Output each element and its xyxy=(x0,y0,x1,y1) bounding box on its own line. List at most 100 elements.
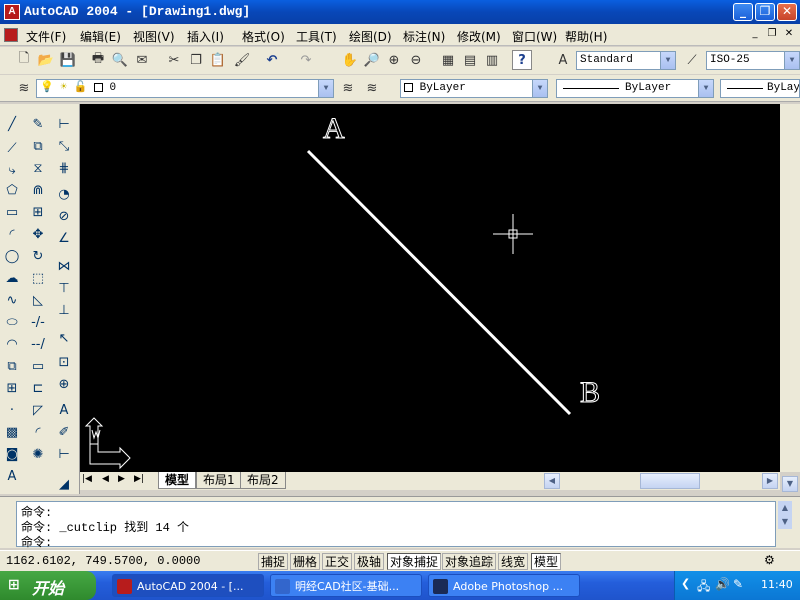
baseline-dim-icon[interactable]: ⊤ xyxy=(54,278,74,298)
linetype-combo[interactable]: ByLayer ▼ xyxy=(556,79,714,98)
ellipse-icon[interactable]: ⬭ xyxy=(2,312,22,332)
dim-style-icon-left[interactable]: ◢ xyxy=(54,474,74,494)
menu-edit[interactable]: 编辑(E) xyxy=(80,28,121,45)
tab-layout1[interactable]: 布局1 xyxy=(196,472,242,489)
zoom-window-icon[interactable]: ⊕ xyxy=(384,50,404,70)
line-ab[interactable] xyxy=(306,149,572,416)
dim-edit-icon[interactable]: A xyxy=(54,400,74,420)
tab-prev-icon[interactable]: ◀ xyxy=(102,474,109,484)
polar-toggle[interactable]: 极轴 xyxy=(354,553,385,570)
arc-icon[interactable]: ◜ xyxy=(2,224,22,244)
command-history[interactable]: 命令: 命令: _cutclip 找到 14 个 命令: xyxy=(16,501,776,550)
undo-icon[interactable]: ↶ xyxy=(262,50,282,70)
layer-combo[interactable]: 💡 ☀ 🔓 0 ▼ xyxy=(36,79,334,98)
open-file-icon[interactable]: 📂 xyxy=(36,50,56,70)
redo-icon[interactable]: ↷ xyxy=(296,50,316,70)
revision-cloud-icon[interactable]: ☁ xyxy=(2,268,22,288)
center-mark-icon[interactable]: ⊕ xyxy=(54,374,74,394)
tray-expand-icon[interactable]: ❮ xyxy=(681,577,690,590)
line-icon[interactable]: ╱ xyxy=(2,114,22,134)
communication-center-icon[interactable]: ⚙ xyxy=(764,553,775,567)
stretch-icon[interactable]: ◺ xyxy=(28,290,48,310)
close-button[interactable]: ✕ xyxy=(777,3,797,21)
command-scroll-down-icon[interactable]: ▼ xyxy=(778,515,792,529)
save-icon[interactable]: 💾 xyxy=(58,50,78,70)
tab-first-icon[interactable]: |◀ xyxy=(82,474,92,484)
layer-previous-icon[interactable]: ≋ xyxy=(362,78,382,98)
construction-line-icon[interactable]: ⟋ xyxy=(2,138,22,158)
chevron-down-icon[interactable]: ▼ xyxy=(660,52,675,69)
autocad-app-icon[interactable]: A xyxy=(4,4,20,20)
menu-file[interactable]: 文件(F) xyxy=(26,28,66,45)
layer-manager-icon[interactable]: ≋ xyxy=(14,78,34,98)
print-preview-icon[interactable]: 🔍 xyxy=(110,50,130,70)
spline-icon[interactable]: ∿ xyxy=(2,290,22,310)
dim-style-combo[interactable]: ISO-25 ▼ xyxy=(706,51,800,70)
new-file-icon[interactable]: 🗋 xyxy=(14,50,34,70)
rotate-icon[interactable]: ↻ xyxy=(28,246,48,266)
vertical-scrollbar[interactable]: ▼ xyxy=(780,104,800,492)
break-at-point-icon[interactable]: ▭ xyxy=(28,356,48,376)
snap-toggle[interactable]: 捕捉 xyxy=(258,553,289,570)
make-object-layer-current-icon[interactable]: ≋ xyxy=(338,78,358,98)
break-icon[interactable]: ⊏ xyxy=(28,378,48,398)
menu-tools[interactable]: 工具(T) xyxy=(296,28,337,45)
task-browser[interactable]: 明经CAD社区-基础... xyxy=(270,574,422,597)
menu-dimension[interactable]: 标注(N) xyxy=(403,28,445,45)
linear-dim-icon[interactable]: ⊢ xyxy=(54,114,74,134)
mirror-icon[interactable]: ⧖ xyxy=(28,158,48,178)
help-icon[interactable]: ? xyxy=(512,50,532,70)
network-icon[interactable]: 🖧 xyxy=(697,577,710,598)
mdi-minimize-button[interactable]: _ xyxy=(748,28,762,41)
tab-model[interactable]: 模型 xyxy=(158,472,197,489)
model-toggle[interactable]: 模型 xyxy=(531,553,562,570)
polyline-icon[interactable]: ⤷ xyxy=(2,160,22,180)
start-button[interactable]: ⊞ 开始 xyxy=(0,571,96,600)
publish-icon[interactable]: ✉ xyxy=(132,50,152,70)
explode-icon[interactable]: ✺ xyxy=(28,444,48,464)
region-icon[interactable]: ◙ xyxy=(2,444,22,464)
chevron-down-icon[interactable]: ▼ xyxy=(318,80,333,97)
tool-palettes-icon[interactable]: ▥ xyxy=(482,50,502,70)
menu-format[interactable]: 格式(O) xyxy=(242,28,285,45)
continue-dim-icon[interactable]: ⊥ xyxy=(54,300,74,320)
design-center-icon[interactable]: ▤ xyxy=(460,50,480,70)
tab-layout2[interactable]: 布局2 xyxy=(240,472,286,489)
lineweight-combo[interactable]: ByLayer xyxy=(720,79,800,98)
diameter-dim-icon[interactable]: ⊘ xyxy=(54,206,74,226)
scroll-down-arrow-icon[interactable]: ▼ xyxy=(782,476,798,492)
radius-dim-icon[interactable]: ◔ xyxy=(54,184,74,204)
mdi-restore-button[interactable]: ❐ xyxy=(765,28,779,41)
multiline-text-icon[interactable]: A xyxy=(2,466,22,486)
menu-draw[interactable]: 绘图(D) xyxy=(349,28,392,45)
print-icon[interactable]: 🖶 xyxy=(88,50,108,70)
array-icon[interactable]: ⊞ xyxy=(28,202,48,222)
make-block-icon[interactable]: ⊞ xyxy=(2,378,22,398)
extend-icon[interactable]: --/ xyxy=(28,334,48,354)
point-icon[interactable]: · xyxy=(2,400,22,420)
scroll-left-arrow-icon[interactable]: ◀ xyxy=(544,473,560,489)
quick-dim-icon[interactable]: ⋈ xyxy=(54,256,74,276)
tab-last-icon[interactable]: ▶| xyxy=(134,474,144,484)
command-input-line[interactable]: 命令: xyxy=(21,533,52,550)
scroll-right-arrow-icon[interactable]: ▶ xyxy=(762,473,778,489)
fillet-icon[interactable]: ◜ xyxy=(28,422,48,442)
cut-icon[interactable]: ✂ xyxy=(164,50,184,70)
tab-next-icon[interactable]: ▶ xyxy=(118,474,125,484)
volume-icon[interactable]: 🔊 xyxy=(715,577,730,591)
copy-object-icon[interactable]: ⧉ xyxy=(28,136,48,156)
ellipse-arc-icon[interactable]: ◠ xyxy=(2,334,22,354)
pan-realtime-icon[interactable]: ✋ xyxy=(340,50,360,70)
document-icon[interactable] xyxy=(4,28,18,42)
rectangle-icon[interactable]: ▭ xyxy=(2,202,22,222)
menu-window[interactable]: 窗口(W) xyxy=(512,28,557,45)
circle-icon[interactable]: ◯ xyxy=(2,246,22,266)
hatch-icon[interactable]: ▩ xyxy=(2,422,22,442)
chamfer-icon[interactable]: ◸ xyxy=(28,400,48,420)
erase-icon[interactable]: ✎ xyxy=(28,114,48,134)
mdi-close-button[interactable]: ✕ xyxy=(782,28,796,41)
drawing-canvas[interactable]: A B xyxy=(80,104,780,472)
move-icon[interactable]: ✥ xyxy=(28,224,48,244)
task-photoshop[interactable]: Adobe Photoshop ... xyxy=(428,574,580,597)
chevron-down-icon[interactable]: ▼ xyxy=(532,80,547,97)
